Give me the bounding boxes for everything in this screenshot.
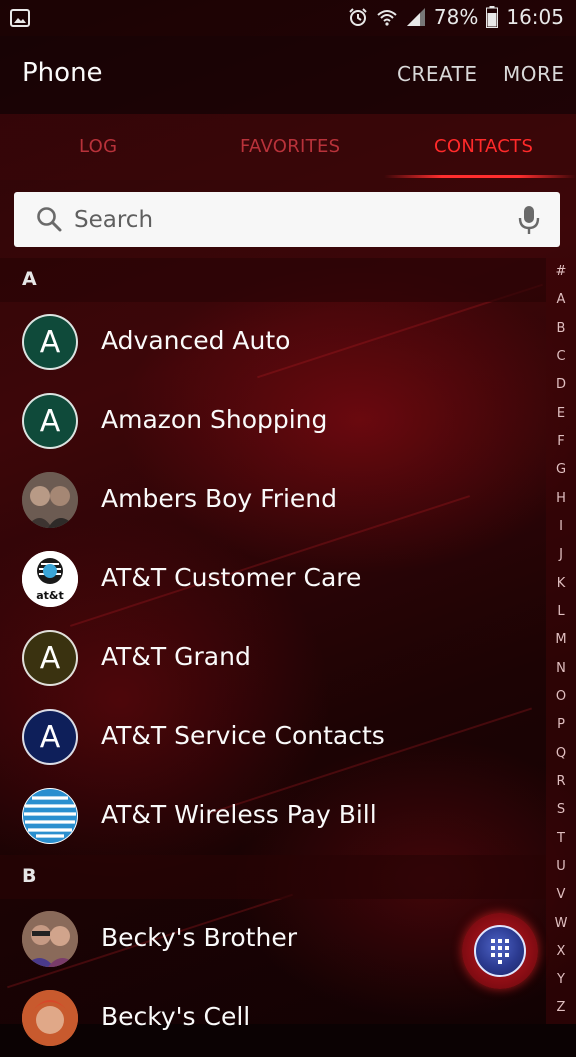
index-letter[interactable]: H [546,491,576,506]
search-icon [37,207,62,232]
contact-row[interactable]: A Advanced Auto [0,302,546,381]
index-letter[interactable]: I [546,519,576,534]
index-letter[interactable]: S [546,802,576,817]
svg-text:at&t: at&t [36,589,64,602]
contact-row[interactable]: A AT&T Service Contacts [0,697,546,776]
app-bar: Phone CREATE MORE [0,36,576,114]
index-letter[interactable]: M [546,632,576,647]
tab-log[interactable]: LOG [79,136,117,157]
att-logo-avatar: at&t [22,551,78,607]
index-letter[interactable]: W [546,916,576,931]
avatar: A [22,393,78,449]
dialpad-icon [491,939,509,964]
tab-favorites[interactable]: FAVORITES [240,136,340,157]
avatar-photo [22,911,78,967]
contact-name: Advanced Auto [101,326,291,355]
contact-name: Ambers Boy Friend [101,484,338,513]
contact-name: Becky's Brother [101,923,297,952]
dialpad-button[interactable] [462,913,538,989]
search-input[interactable] [72,202,496,238]
status-bar: 78% 16:05 [0,0,576,36]
contact-name: AT&T Service Contacts [101,721,385,750]
index-letter[interactable]: J [546,547,576,562]
app-title: Phone [22,58,103,88]
index-letter[interactable]: B [546,321,576,336]
section-header: B [0,855,546,899]
contact-name: AT&T Wireless Pay Bill [101,800,377,829]
battery-icon [486,6,499,28]
att-globe-avatar [22,788,78,844]
section-header: A [0,258,546,302]
battery-percent: 78% [433,5,479,29]
avatar: A [22,709,78,765]
index-letter[interactable]: U [546,859,576,874]
avatar-photo [22,472,78,528]
alarm-icon [349,8,367,26]
tab-contacts[interactable]: CONTACTS [434,136,533,157]
dialpad-button-inner [474,925,526,977]
tab-bar: LOG FAVORITES CONTACTS [0,114,576,180]
create-button[interactable]: CREATE [397,62,477,86]
index-letter[interactable]: G [546,462,576,477]
contact-name: AT&T Grand [101,642,251,671]
contact-row[interactable]: A Amazon Shopping [0,381,546,460]
index-letter[interactable]: # [546,264,576,279]
contact-row[interactable]: AT&T Wireless Pay Bill [0,776,546,855]
contact-row[interactable]: at&t AT&T Customer Care [0,539,546,618]
index-letter[interactable]: Z [546,1000,576,1015]
contact-name: Becky's Cell [101,1002,251,1031]
index-letter[interactable]: Q [546,746,576,761]
alphabet-index[interactable]: # A B C D E F G H I J K L M N O P Q R S … [546,258,576,1024]
search-bar[interactable] [14,192,560,247]
index-letter[interactable]: D [546,377,576,392]
contact-name: AT&T Customer Care [101,563,362,592]
active-tab-indicator [384,175,576,178]
contact-name: Amazon Shopping [101,405,328,434]
index-letter[interactable]: O [546,689,576,704]
avatar: A [22,314,78,370]
microphone-icon[interactable] [516,204,542,236]
index-letter[interactable]: E [546,406,576,421]
index-letter[interactable]: L [546,604,576,619]
index-letter[interactable]: C [546,349,576,364]
index-letter[interactable]: T [546,831,576,846]
avatar-photo [22,990,78,1046]
contact-row[interactable]: Ambers Boy Friend [0,460,546,539]
contact-row[interactable]: Becky's Cell [0,978,546,1057]
wifi-icon [377,10,397,26]
avatar: A [22,630,78,686]
clock: 16:05 [506,5,564,29]
gallery-notification-icon [10,9,30,27]
contact-row[interactable]: A AT&T Grand [0,618,546,697]
index-letter[interactable]: X [546,944,576,959]
index-letter[interactable]: Y [546,972,576,987]
index-letter[interactable]: V [546,887,576,902]
index-letter[interactable]: A [546,292,576,307]
index-letter[interactable]: N [546,661,576,676]
index-letter[interactable]: P [546,717,576,732]
index-letter[interactable]: F [546,434,576,449]
index-letter[interactable]: K [546,576,576,591]
signal-icon [406,8,425,26]
index-letter[interactable]: R [546,774,576,789]
more-button[interactable]: MORE [503,62,565,86]
